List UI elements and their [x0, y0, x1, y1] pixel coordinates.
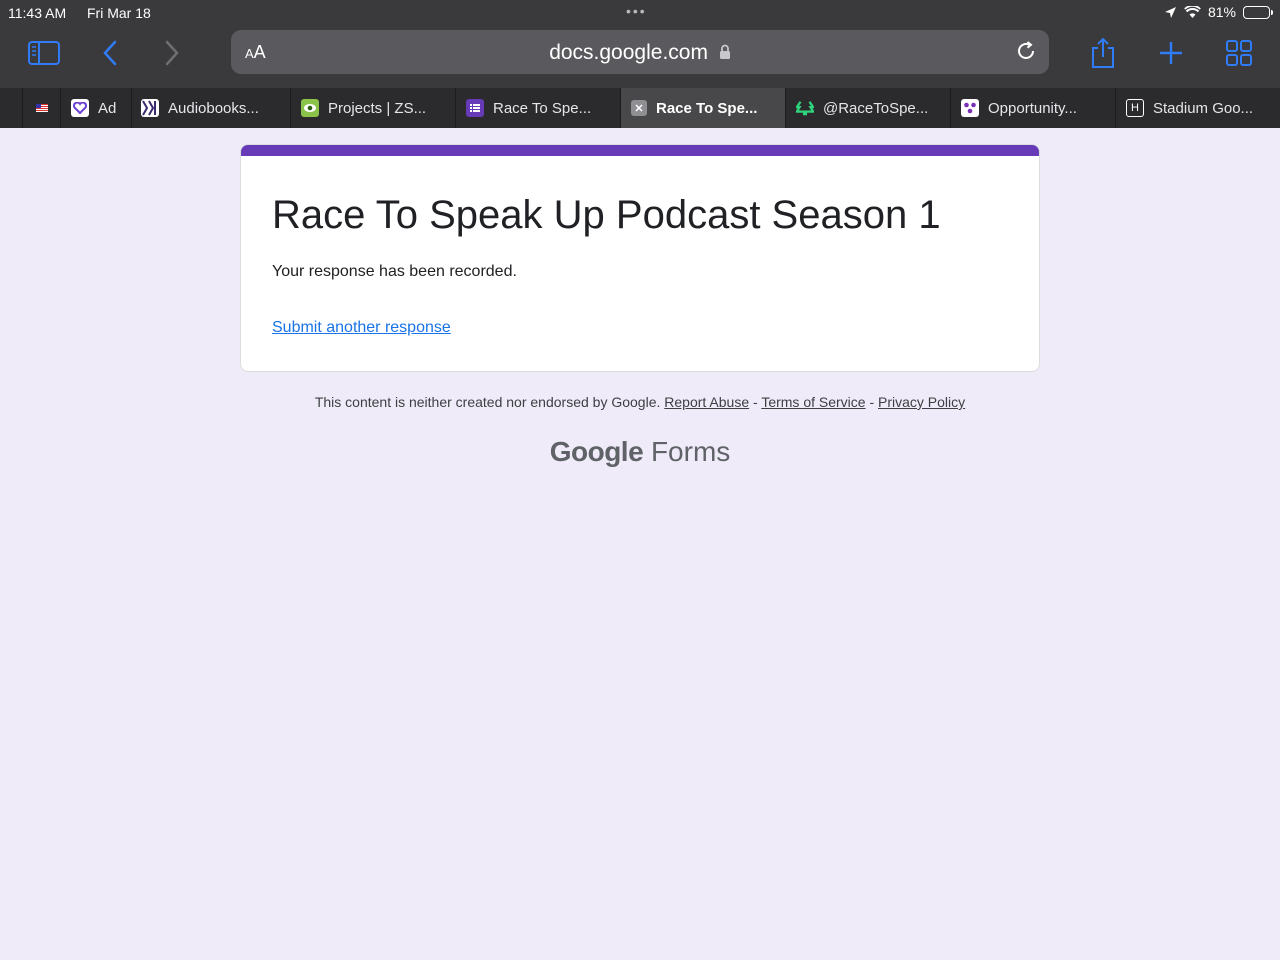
share-icon	[1092, 37, 1114, 68]
tab-label: Projects | ZS...	[328, 99, 427, 117]
back-button[interactable]	[90, 36, 130, 70]
address-bar[interactable]: AA docs.google.com	[231, 30, 1049, 74]
us-flag-icon	[35, 104, 48, 112]
status-date: Fri Mar 18	[87, 5, 151, 21]
tab-grid-icon	[1226, 40, 1252, 66]
tab-label: Stadium Goo...	[1153, 99, 1254, 117]
tab-3[interactable]: Race To Spe...	[455, 88, 620, 128]
forms-wordmark: Forms	[650, 436, 731, 467]
sidebar-icon	[28, 41, 60, 65]
status-right: 81%	[1164, 4, 1273, 20]
forward-button[interactable]	[152, 36, 192, 70]
form-footer: This content is neither created nor endo…	[0, 394, 1280, 410]
opportunity-favicon-icon	[961, 99, 979, 117]
tab-label: @RaceToSpe...	[823, 99, 929, 117]
tab-6[interactable]: Opportunity...	[950, 88, 1115, 128]
tab-overflow-edge	[0, 88, 22, 128]
tab-4-active[interactable]: ✕ Race To Spe...	[620, 88, 785, 128]
google-forms-logo[interactable]: Google Forms	[0, 436, 1280, 468]
url-display[interactable]: docs.google.com	[231, 41, 1049, 65]
tab-flag[interactable]	[22, 88, 60, 128]
form-accent-bar	[241, 145, 1039, 156]
sidebar-toggle-button[interactable]	[24, 36, 64, 70]
tab-5[interactable]: @RaceToSpe...	[785, 88, 950, 128]
wifi-icon	[1184, 5, 1201, 18]
form-title: Race To Speak Up Podcast Season 1	[272, 193, 941, 237]
tab-label: Opportunity...	[988, 99, 1077, 117]
tab-1[interactable]: Audiobooks...	[131, 88, 290, 128]
heart-favicon-icon	[71, 99, 89, 117]
google-wordmark: Google	[549, 436, 644, 467]
privacy-policy-link[interactable]: Privacy Policy	[878, 394, 965, 410]
footer-separator: -	[865, 394, 879, 410]
terms-of-service-link[interactable]: Terms of Service	[761, 394, 865, 410]
url-text: docs.google.com	[549, 41, 708, 64]
letter-h-favicon-icon: H	[1126, 99, 1144, 117]
google-forms-favicon-icon	[466, 99, 484, 117]
close-tab-icon[interactable]: ✕	[631, 100, 647, 116]
location-icon	[1164, 6, 1176, 18]
chevron-right-icon	[165, 40, 179, 66]
status-time: 11:43 AM	[8, 5, 67, 21]
footer-separator: -	[749, 394, 762, 410]
tab-bar: Ad Audiobooks... Projects | ZS... Race T…	[0, 88, 1280, 128]
confirmation-message: Your response has been recorded.	[272, 263, 517, 280]
status-bar: 11:43 AM Fri Mar 18 ••• 81%	[0, 0, 1280, 26]
new-tab-button[interactable]	[1151, 36, 1191, 70]
audiobooks-favicon-icon	[141, 99, 159, 117]
lock-icon	[719, 44, 730, 59]
browser-chrome: 11:43 AM Fri Mar 18 ••• 81% AA docs.goog…	[0, 0, 1280, 128]
eye-favicon-icon	[301, 99, 319, 117]
tab-label: Audiobooks...	[168, 99, 259, 117]
tab-7[interactable]: H Stadium Goo...	[1115, 88, 1280, 128]
battery-percent: 81%	[1207, 4, 1236, 20]
tab-2[interactable]: Projects | ZS...	[290, 88, 455, 128]
share-button[interactable]	[1083, 36, 1123, 70]
disclaimer-text: This content is neither created nor endo…	[314, 394, 661, 410]
form-confirmation-card: Race To Speak Up Podcast Season 1 Your r…	[240, 144, 1040, 372]
plus-icon	[1160, 42, 1182, 64]
battery-icon	[1243, 5, 1273, 19]
tab-0[interactable]: Ad	[60, 88, 131, 128]
tab-label: Race To Spe...	[656, 99, 758, 117]
submit-another-response-link[interactable]: Submit another response	[272, 319, 451, 337]
tab-label: Race To Spe...	[493, 99, 592, 117]
tab-overview-button[interactable]	[1219, 36, 1259, 70]
multitasking-dots-icon[interactable]: •••	[626, 3, 647, 19]
reload-icon[interactable]	[1015, 40, 1037, 62]
chevron-left-icon	[103, 40, 117, 66]
browser-toolbar: AA docs.google.com	[0, 26, 1280, 88]
report-abuse-link[interactable]: Report Abuse	[664, 394, 749, 410]
tab-label: Ad	[98, 99, 117, 117]
linktree-favicon-icon	[796, 99, 814, 117]
